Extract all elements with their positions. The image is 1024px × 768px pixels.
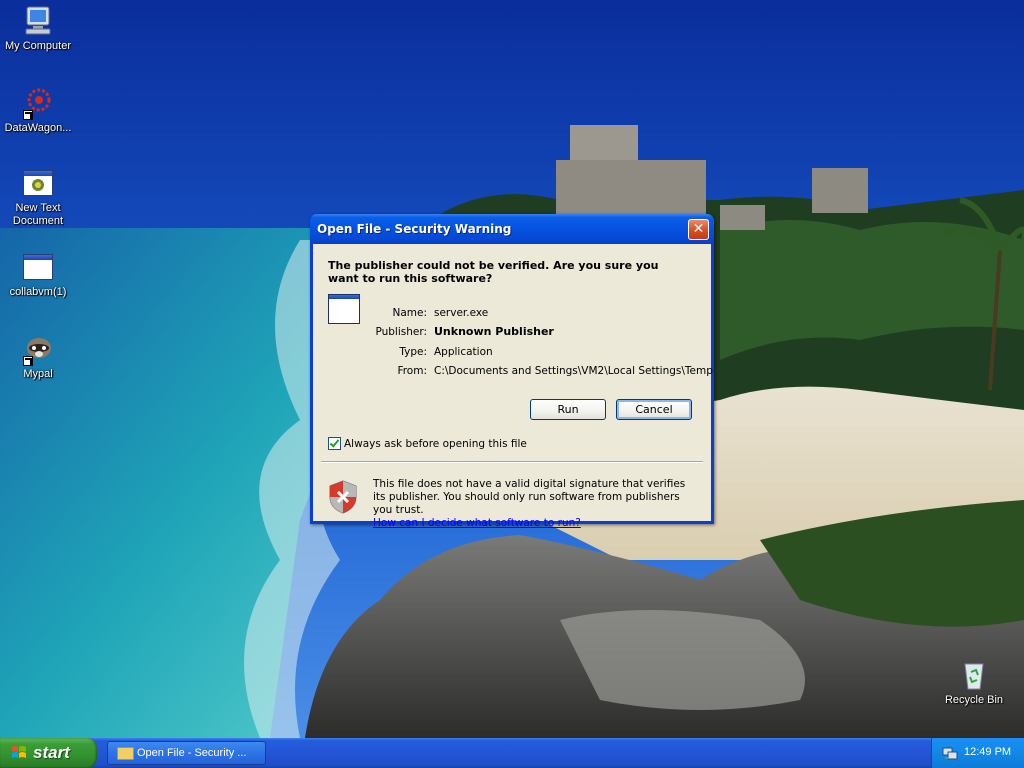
security-warning-dialog: Open File - Security Warning ✕ The publi… [310,214,714,529]
recycle-bin-icon [957,658,991,692]
name-label: Name: [392,307,427,319]
warning-message: This file does not have a valid digital … [373,478,693,530]
desktop-icon-my-computer[interactable]: My Computer [0,4,76,53]
verification-question: The publisher could not be verified. Are… [328,259,659,285]
windows-logo-icon [11,745,27,761]
cancel-button[interactable]: Cancel [616,399,692,420]
folder-icon [117,747,134,760]
taskbar-button-label: Open File - Security ... [137,747,247,759]
shortcut-arrow-icon [23,356,33,366]
taskbar: start Open File - Security ... 12:49 PM [0,738,1024,768]
start-button[interactable]: start [0,738,97,768]
application-icon [21,250,55,284]
desktop-icon-label: My Computer [4,40,72,52]
type-value: Application [434,346,493,358]
file-application-icon [328,294,360,324]
datawagon-icon [21,86,55,120]
desktop-icon-datawagon[interactable]: DataWagon... [0,86,76,135]
text-document-icon [21,166,55,200]
start-label: start [33,743,70,762]
close-icon: ✕ [692,221,705,237]
desktop-icon-label: Recycle Bin [944,694,1004,706]
shield-warning-icon [329,480,357,514]
raccoon-icon [21,332,55,366]
publisher-value: Unknown Publisher [434,325,554,338]
desktop-icon-recycle-bin[interactable]: Recycle Bin [936,658,1012,707]
always-ask-label[interactable]: Always ask before opening this file [344,438,527,450]
system-tray: 12:49 PM [931,738,1024,768]
desktop-icon-label: Mypal [23,368,53,380]
taskbar-button-security-warning[interactable]: Open File - Security ... [107,741,266,765]
from-label: From: [397,365,427,377]
desktop-icon-mypal[interactable]: Mypal [0,332,76,381]
desktop-icon-label: collabvm(1) [9,286,67,298]
type-label: Type: [399,346,427,358]
desktop-icon-collabvm[interactable]: collabvm(1) [0,250,76,299]
separator [321,461,703,463]
desktop-icon-label: DataWagon... [4,122,72,134]
close-button[interactable]: ✕ [688,219,709,240]
shortcut-arrow-icon [23,110,33,120]
publisher-label: Publisher: [375,326,427,338]
warning-message-text: This file does not have a valid digital … [373,478,686,516]
name-value: server.exe [434,307,489,319]
from-value: C:\Documents and Settings\VM2\Local Sett… [434,365,713,377]
always-ask-checkbox[interactable] [328,437,341,450]
desktop-icon-new-text-document[interactable]: New Text Document [0,166,76,228]
network-icon[interactable] [942,745,958,761]
run-button[interactable]: Run [530,399,606,420]
computer-icon [21,4,55,38]
dialog-title: Open File - Security Warning [317,222,512,236]
help-link[interactable]: How can I decide what software to run? [373,517,581,529]
dialog-body: The publisher could not be verified. Are… [313,244,713,529]
desktop-icon-label: New Text Document [12,202,64,227]
clock[interactable]: 12:49 PM [964,746,1011,758]
dialog-title-bar[interactable]: Open File - Security Warning ✕ [310,214,714,244]
